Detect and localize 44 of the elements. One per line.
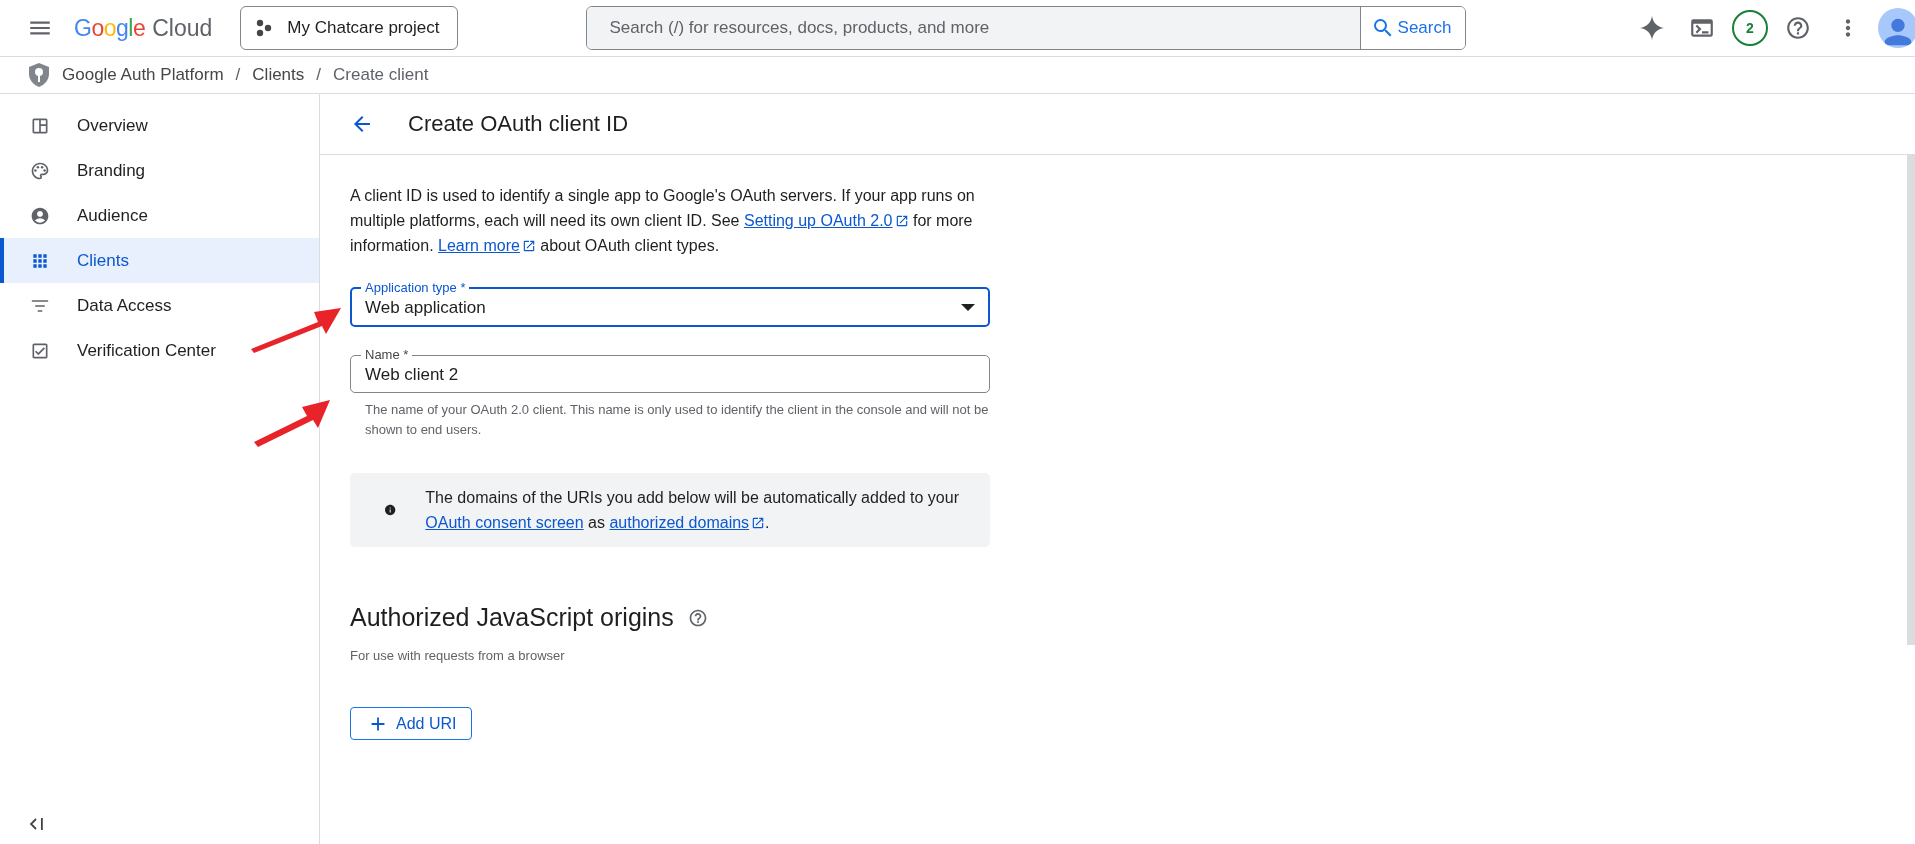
link[interactable]: OAuth consent screen [425,514,584,531]
notification-badge[interactable]: 2 [1732,10,1768,46]
sidebar-item[interactable]: Clients [0,238,319,283]
link[interactable]: Setting up OAuth 2.0 [743,212,893,229]
avatar[interactable] [1878,8,1915,48]
sidebar-item[interactable]: Audience [0,193,319,238]
breadcrumb-link[interactable]: Clients [252,65,305,85]
project-picker[interactable]: My Chatcare project [240,6,459,50]
section-title: Authorized JavaScript origins [350,603,674,632]
external-link-icon [894,214,909,228]
sidebar-item[interactable]: Verification Center [0,328,319,373]
select-field[interactable]: Application type * Web application [350,280,990,327]
sidebar-icon [30,205,50,226]
external-link-icon [751,516,766,530]
help-icon[interactable] [687,607,708,628]
add-uri-button[interactable]: Add URI [350,707,473,740]
shield-key-icon [28,62,50,88]
external-link-icon [521,239,536,253]
sidebar-item[interactable]: Branding [0,148,319,193]
link[interactable]: authorized domains [609,514,750,531]
field-label: Name * [364,347,410,363]
breadcrumb-link[interactable]: Create client [333,65,429,85]
breadcrumb-separator: / [316,65,322,85]
dropdown-caret-icon [961,304,975,311]
field-label: Application type * [364,280,467,296]
input-field[interactable]: Name * Web client 2 [350,347,990,393]
search-button[interactable]: Search [1359,7,1466,49]
project-dots-icon [255,19,274,37]
sidebar-item[interactable]: Data Access [0,283,319,328]
sidebar-item[interactable]: Overview [0,103,319,148]
helper-text: The name of your OAuth 2.0 client. This name is only used to identify the client in the console and will not be shown to end users. [365,401,990,439]
breadcrumb-separator: / [235,65,241,85]
link[interactable]: Learn more [438,237,520,254]
info-text: The domains of the URIs you add below will be automatically added to your OAuth consent screen as authorized domains . [425,488,960,533]
logo[interactable]: Google Cloud [74,14,213,42]
field-value: Web application [365,297,487,318]
field-value: Web client 2 [365,364,460,385]
section-subtitle: For use with requests from a browser [350,648,566,663]
intro-paragraph: A client ID is used to identify a single app to Google's OAuth servers. If your app runs on multiple platforms, each will need its own client ID. See Setting up OAuth 2.0 for more information. Learn more about OAuth client types. [350,186,976,256]
search-field[interactable]: Search (/) for resources, docs, products, and more Search [586,6,1467,50]
scrollbar[interactable] [1907,155,1915,645]
breadcrumb-link[interactable]: Google Auth Platform [62,65,224,85]
page-title: Create OAuth client ID [408,111,629,137]
sidebar-icon [30,160,50,181]
